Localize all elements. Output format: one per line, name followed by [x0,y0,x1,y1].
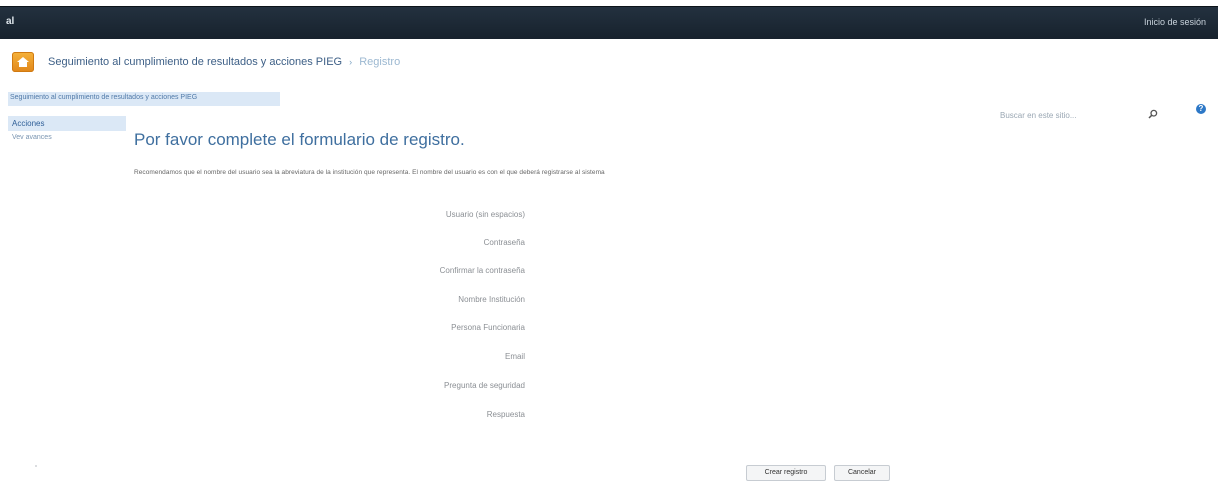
sidebar-item-acciones[interactable]: Acciones [8,116,126,131]
left-navigation: Acciones Vev avances [8,116,126,145]
institution-name-label: Nombre Institución [458,295,525,304]
page-title: Seguimiento al cumplimiento de resultado… [48,56,400,68]
cancel-button[interactable]: Cancelar [834,465,890,481]
site-logo-icon [12,52,34,72]
breadcrumb-separator-icon: › [349,57,353,67]
security-question-label: Pregunta de seguridad [444,381,525,390]
search-input[interactable]: Buscar en este sitio... [1000,111,1076,120]
official-person-label: Persona Funcionaria [451,323,525,332]
password-label: Contraseña [483,238,525,247]
answer-label: Respuesta [486,410,525,419]
breadcrumb[interactable]: Seguimiento al cumplimiento de resultado… [8,92,280,106]
top-bar: al Inicio de sesión [0,6,1218,39]
confirm-password-label: Confirmar la contraseña [439,266,525,275]
breadcrumb-link[interactable]: Seguimiento al cumplimiento de resultado… [10,94,197,101]
brand-label: al [6,16,15,27]
create-account-button[interactable]: Crear registro [746,465,826,481]
stray-mark [35,465,37,467]
form-instructions: Recomendamos que el nombre del usuario s… [134,169,605,176]
site-title-link[interactable]: Seguimiento al cumplimiento de resultado… [48,56,342,68]
current-page-label: Registro [359,56,401,68]
sign-in-link[interactable]: Inicio de sesión [1144,17,1206,27]
form-heading: Por favor complete el formulario de regi… [134,130,465,149]
sidebar-item-ver-avances[interactable]: Vev avances [8,131,126,145]
search-icon[interactable] [1148,106,1158,124]
username-label: Usuario (sin espacios) [445,210,525,219]
email-label: Email [504,352,525,361]
help-icon[interactable]: ? [1196,104,1206,114]
